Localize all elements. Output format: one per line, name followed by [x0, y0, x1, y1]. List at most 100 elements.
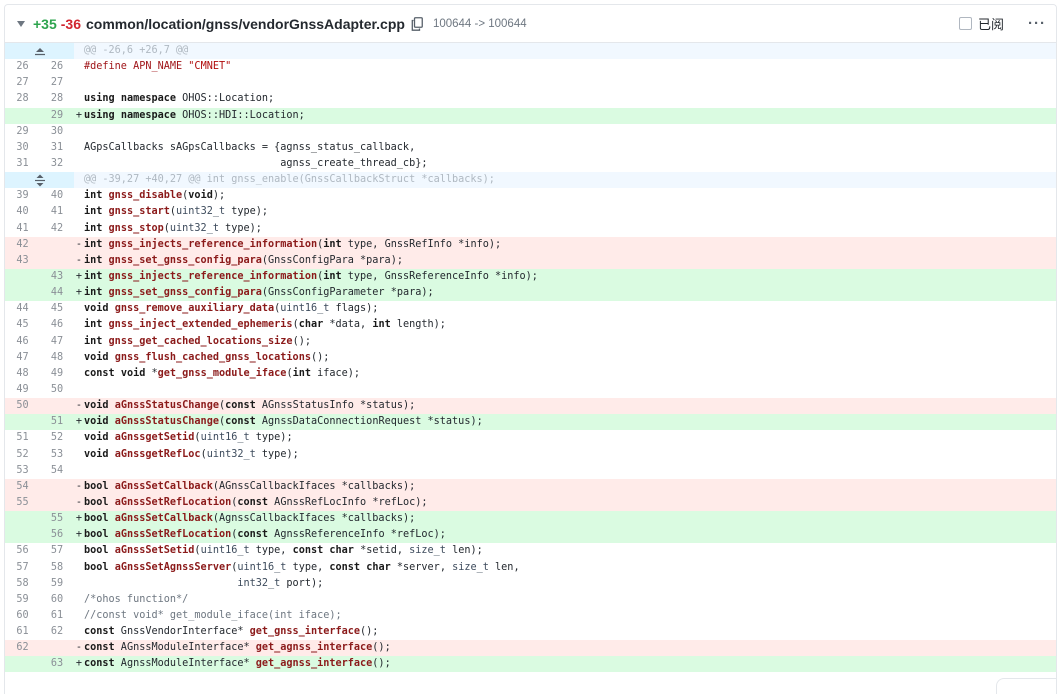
new-line-number[interactable]	[40, 478, 74, 495]
old-line-number[interactable]: 45	[5, 317, 40, 333]
new-line-number[interactable]: 27	[40, 75, 74, 91]
old-line-number[interactable]	[5, 414, 40, 431]
old-line-number[interactable]: 39	[5, 188, 40, 204]
old-line-number[interactable]: 42	[5, 236, 40, 253]
old-line-number[interactable]: 62	[5, 640, 40, 657]
diff-sign	[74, 576, 84, 592]
new-line-number[interactable]	[40, 252, 74, 269]
viewed-label: 已阅	[977, 17, 1004, 32]
old-line-number[interactable]: 57	[5, 560, 40, 576]
viewed-toggle[interactable]: 已阅	[958, 14, 1004, 33]
old-line-number[interactable]: 26	[5, 59, 40, 75]
old-line-number[interactable]: 52	[5, 447, 40, 463]
old-line-number[interactable]: 59	[5, 592, 40, 608]
old-line-number[interactable]: 41	[5, 221, 40, 237]
new-line-number[interactable]: 32	[40, 156, 74, 172]
expand-context-button[interactable]	[5, 43, 74, 60]
added-line: 56 + bool aGnssSetRefLocation(const AgnssR…	[5, 527, 1056, 544]
old-line-number[interactable]: 60	[5, 608, 40, 624]
new-line-number[interactable]: 59	[40, 576, 74, 592]
old-line-number[interactable]: 50	[5, 398, 40, 415]
old-line-number[interactable]: 53	[5, 463, 40, 479]
new-line-number[interactable]: 41	[40, 204, 74, 220]
code-text: int gnss_disable(void);	[84, 190, 226, 202]
code-text: bool aGnssSetCallback(AGnssCallbackIface…	[84, 480, 416, 492]
new-line-number[interactable]: 51	[40, 414, 74, 431]
file-path[interactable]: common/location/gnss/vendorGnssAdapter.c…	[86, 16, 405, 32]
old-line-number[interactable]: 49	[5, 382, 40, 398]
old-line-number[interactable]: 28	[5, 91, 40, 107]
new-line-number[interactable]: 52	[40, 430, 74, 446]
diff-file-header: +35 -36 common/location/gnss/vendorGnssA…	[5, 5, 1056, 43]
new-line-number[interactable]	[40, 398, 74, 415]
new-line-number[interactable]: 49	[40, 366, 74, 382]
new-line-number[interactable]: 26	[40, 59, 74, 75]
context-line: 29 30	[5, 124, 1056, 140]
new-line-number[interactable]: 28	[40, 91, 74, 107]
new-line-number[interactable]: 42	[40, 221, 74, 237]
old-line-number[interactable]	[5, 268, 40, 286]
new-line-number[interactable]: 29	[40, 107, 74, 124]
new-line-number[interactable]: 48	[40, 350, 74, 366]
old-line-number[interactable]: 54	[5, 478, 40, 495]
old-line-number[interactable]	[5, 656, 40, 673]
new-line-number[interactable]: 43	[40, 268, 74, 286]
new-line-number[interactable]: 54	[40, 463, 74, 479]
old-line-number[interactable]	[5, 511, 40, 528]
viewed-checkbox[interactable]	[958, 17, 972, 30]
old-line-number[interactable]	[5, 107, 40, 124]
new-line-number[interactable]: 58	[40, 560, 74, 576]
new-line-number[interactable]	[40, 236, 74, 253]
diff-sign: -	[75, 254, 83, 266]
old-line-number[interactable]: 46	[5, 334, 40, 350]
diff-sign	[74, 317, 84, 333]
context-line: 51 52 void aGnssgetSetid(uint16_t type);	[5, 430, 1056, 446]
old-line-number[interactable]: 40	[5, 204, 40, 220]
old-line-number[interactable]: 27	[5, 75, 40, 91]
new-line-number[interactable]: 53	[40, 447, 74, 463]
collapse-toggle[interactable]	[15, 18, 27, 30]
old-line-number[interactable]: 30	[5, 140, 40, 156]
old-line-number[interactable]: 55	[5, 494, 40, 512]
diff-sign	[74, 124, 84, 140]
new-line-number[interactable]: 47	[40, 334, 74, 350]
old-line-number[interactable]: 47	[5, 350, 40, 366]
new-line-number[interactable]: 63	[40, 656, 74, 673]
new-line-number[interactable]: 44	[40, 285, 74, 302]
new-line-number[interactable]: 45	[40, 301, 74, 317]
old-line-number[interactable]: 29	[5, 124, 40, 140]
context-line: 46 47 int gnss_get_cached_locations_size()…	[5, 334, 1056, 350]
new-line-number[interactable]: 61	[40, 608, 74, 624]
new-line-number[interactable]: 46	[40, 317, 74, 333]
old-line-number[interactable]: 56	[5, 543, 40, 559]
diff-sign	[74, 334, 84, 350]
new-line-number[interactable]	[40, 640, 74, 657]
new-line-number[interactable]: 55	[40, 511, 74, 528]
context-line: 27 27	[5, 75, 1056, 91]
new-line-number[interactable]: 62	[40, 624, 74, 640]
new-line-number[interactable]	[40, 494, 74, 512]
expand-context-button[interactable]	[5, 172, 74, 189]
more-options-button[interactable]: ···	[1028, 15, 1046, 32]
old-line-number[interactable]: 58	[5, 576, 40, 592]
diff-sign: +	[75, 513, 83, 525]
new-line-number[interactable]: 56	[40, 527, 74, 544]
old-line-number[interactable]	[5, 285, 40, 302]
copy-path-button[interactable]	[411, 16, 425, 31]
old-line-number[interactable]: 51	[5, 430, 40, 446]
old-line-number[interactable]: 44	[5, 301, 40, 317]
new-line-number[interactable]: 30	[40, 124, 74, 140]
new-line-number[interactable]: 50	[40, 382, 74, 398]
old-line-number[interactable]: 61	[5, 624, 40, 640]
old-line-number[interactable]: 48	[5, 366, 40, 382]
old-line-number[interactable]: 43	[5, 252, 40, 269]
new-line-number[interactable]: 31	[40, 140, 74, 156]
new-line-number[interactable]: 57	[40, 543, 74, 559]
new-line-number[interactable]: 40	[40, 188, 74, 204]
old-line-number[interactable]	[5, 527, 40, 544]
diff-sign	[74, 221, 84, 237]
new-line-number[interactable]: 60	[40, 592, 74, 608]
code-text: using namespace OHOS::Location;	[84, 93, 275, 105]
old-line-number[interactable]: 31	[5, 156, 40, 172]
